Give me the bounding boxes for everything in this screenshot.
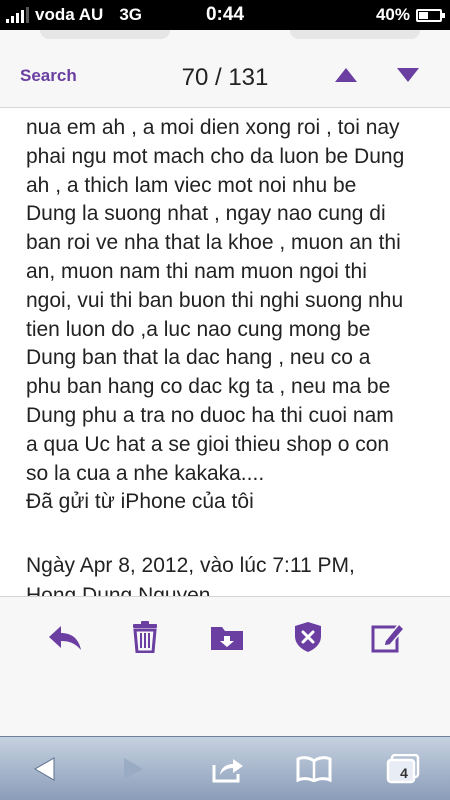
tabs-count: 4	[400, 765, 408, 781]
message-action-toolbar	[0, 596, 450, 676]
message-body[interactable]: nua em ah , a moi dien xong roi , toi na…	[0, 108, 450, 596]
compose-icon[interactable]	[368, 617, 408, 657]
share-icon[interactable]	[205, 751, 251, 787]
bookmarks-icon[interactable]	[291, 751, 337, 787]
browser-toolbar: 4	[0, 736, 450, 800]
battery-percent: 40%	[375, 5, 410, 24]
tabs-icon[interactable]: 4	[380, 751, 426, 787]
spam-shield-icon[interactable]	[288, 617, 328, 657]
message-navigation-header: Search 70 / 131	[0, 30, 450, 108]
status-right: 40%	[375, 5, 445, 25]
quoted-sender-line: Hong Dung Nguyen	[26, 584, 211, 596]
back-arrow-icon[interactable]	[22, 751, 68, 787]
quoted-date-line: Ngày Apr 8, 2012, vào lúc 7:11 PM,	[26, 554, 355, 577]
sent-from-signature: Đã gửi từ iPhone của tôi	[26, 490, 254, 513]
move-to-folder-icon[interactable]	[207, 617, 247, 657]
message-counter: 70 / 131	[181, 64, 269, 91]
previous-message-icon[interactable]	[335, 68, 357, 82]
toolbar-spacer	[0, 676, 450, 736]
next-message-icon[interactable]	[397, 68, 419, 82]
message-text: nua em ah , a moi dien xong roi , toi na…	[26, 116, 405, 485]
forward-arrow-icon[interactable]	[110, 751, 156, 787]
trash-icon[interactable]	[125, 617, 165, 657]
battery-icon	[416, 8, 445, 22]
status-bar: voda AU 3G 0:44 40%	[0, 0, 450, 30]
reply-icon[interactable]	[45, 617, 85, 657]
